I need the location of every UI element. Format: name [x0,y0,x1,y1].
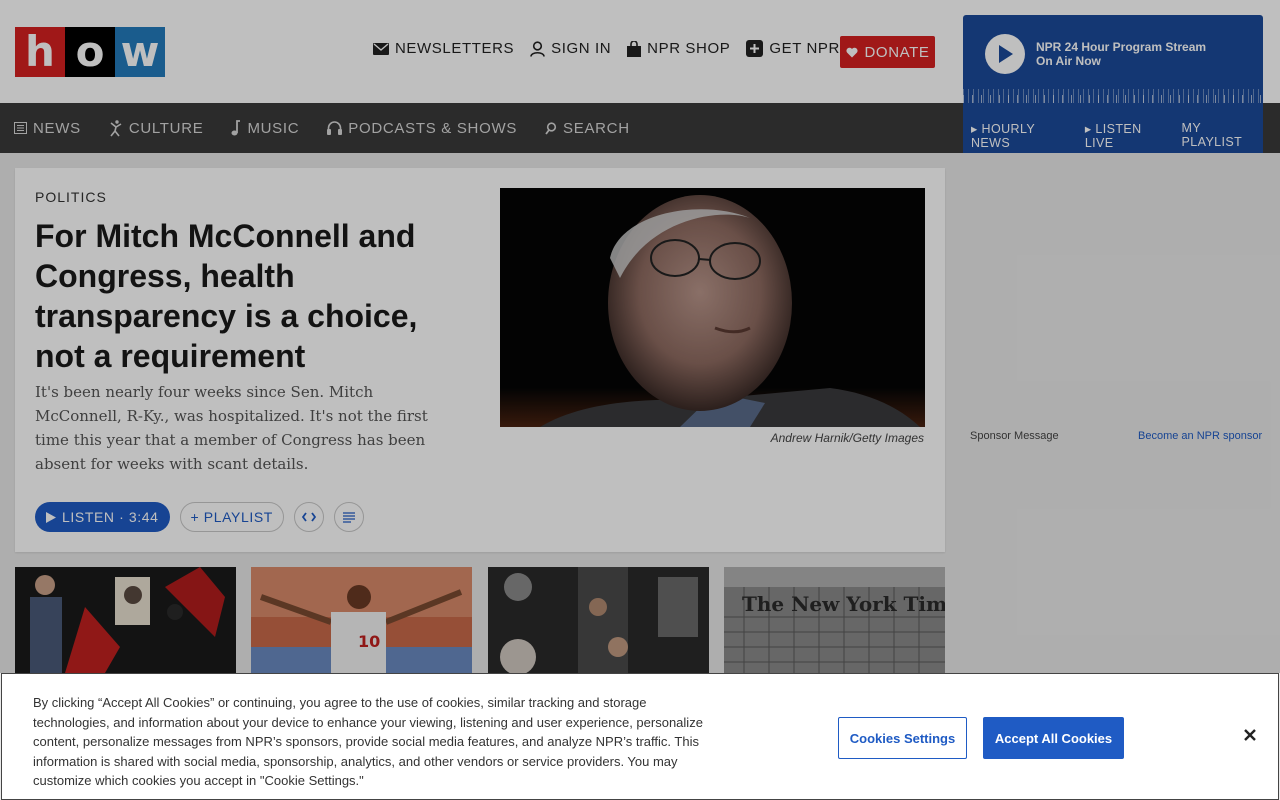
stream-title: NPR 24 Hour Program Stream [1036,40,1207,54]
audio-waveform-base [963,95,1263,103]
music-note-icon [231,120,241,136]
get-npr-plus-label: GET NPR+ [769,40,850,57]
logo-letter-1: h [15,27,65,77]
nav-culture[interactable]: CULTURE [109,120,204,137]
story-actions: LISTEN · 3:44 + PLAYLIST [35,502,364,532]
nav-podcasts[interactable]: PODCASTS & SHOWS [327,120,517,137]
newsletters-label: NEWSLETTERS [395,40,515,57]
envelope-icon [373,42,389,55]
nav-podcasts-label: PODCASTS & SHOWS [348,119,518,137]
headphones-icon [327,121,343,135]
plus-icon [746,40,764,57]
nav-search-label: SEARCH [563,119,630,137]
listen-live-link[interactable]: ▸ LISTEN LIVE [1085,121,1172,150]
dancer-icon [110,119,122,136]
donate-label: DONATE [864,43,930,61]
npr-logo[interactable]: h o w [15,27,165,77]
nav-news[interactable]: NEWS [14,120,81,137]
transcript-lines-icon [342,511,355,523]
shopping-bag-icon [627,40,642,57]
nav-search[interactable]: SEARCH [545,120,630,137]
story-thumbnail-1[interactable] [15,567,236,673]
nyt-sign-text: The New York Times [742,592,945,616]
stream-subtitle: On Air Now [1036,54,1101,68]
search-icon [545,121,557,135]
close-icon [1244,729,1256,741]
embed-button[interactable] [293,502,324,532]
nav-music[interactable]: MUSIC [231,120,299,137]
protest-photo [15,567,236,673]
newsletters-link[interactable]: NEWSLETTERS [373,40,514,57]
heart-icon [845,47,858,57]
hourly-news-link[interactable]: ▸ HOURLY NEWS [971,121,1075,150]
accept-all-cookies-button[interactable]: Accept All Cookies [983,717,1124,759]
main-nav: NEWS CULTURE MUSIC PODCASTS & SHOWS SEAR… [0,103,963,153]
playlist-label: + PLAYLIST [190,509,273,525]
story-headline[interactable]: For Mitch McConnell and Congress, health… [35,216,455,376]
become-sponsor-link[interactable]: Become an NPR sponsor [1138,430,1262,442]
story-teaser: It's been nearly four weeks since Sen. M… [35,383,428,473]
logo-letter-3: w [115,27,165,77]
story-thumbnail-3[interactable] [488,567,709,673]
listen-label: LISTEN · 3:44 [62,509,159,525]
npr-shop-label: NPR SHOP [647,40,731,57]
logo-letter-2: o [65,27,115,77]
story-photo[interactable] [500,188,925,427]
featured-story-card: POLITICS For Mitch McConnell and Congres… [15,168,945,552]
play-stream-button[interactable] [985,34,1025,74]
soccer-player-photo: 10 [251,567,472,673]
my-playlist-link[interactable]: MY PLAYLIST [1182,121,1263,150]
nav-right-fill [1263,103,1280,153]
sign-in-label: SIGN IN [551,40,612,57]
donate-button[interactable]: DONATE [840,36,935,68]
new-york-times-building-photo: The New York Times [724,567,945,673]
nav-music-label: MUSIC [247,119,300,137]
story-thumbnail-2[interactable]: 10 [251,567,472,673]
add-to-playlist-button[interactable]: + PLAYLIST [179,502,284,532]
svg-text:10: 10 [358,632,380,651]
play-icon [46,511,56,523]
cookie-consent-banner: By clicking “Accept All Cookies” or cont… [1,673,1279,800]
newspaper-icon [14,122,27,134]
cookie-consent-text: By clicking “Accept All Cookies” or cont… [33,695,703,789]
npr-shop-link[interactable]: NPR SHOP [627,40,730,57]
user-icon [530,40,545,57]
nav-culture-label: CULTURE [128,119,204,137]
story-slug[interactable]: POLITICS [35,189,107,205]
close-banner-button[interactable] [1239,724,1261,746]
player-links: ▸ HOURLY NEWS ▸ LISTEN LIVE MY PLAYLIST [971,121,1263,150]
utility-nav: NEWSLETTERS SIGN IN NPR SHOP GET NPR+ [373,40,865,57]
story-thumbnail-4[interactable]: The New York Times [724,567,945,673]
sponsor-message-label: Sponsor Message [970,430,1059,442]
transcript-button[interactable] [333,502,364,532]
photo-credit: Andrew Harnik/Getty Images [770,431,924,445]
code-brackets-icon [301,512,316,522]
get-npr-plus-link[interactable]: GET NPR+ [746,40,849,57]
subway-photo [488,567,709,673]
play-icon [999,45,1013,63]
cookies-settings-button[interactable]: Cookies Settings [838,717,967,759]
live-player: NPR 24 Hour Program Stream On Air Now ▸ … [963,15,1263,153]
listen-button[interactable]: LISTEN · 3:44 [35,502,170,532]
nav-news-label: NEWS [33,119,81,137]
sign-in-link[interactable]: SIGN IN [530,40,611,57]
mcconnell-photo-illustration [500,188,925,427]
